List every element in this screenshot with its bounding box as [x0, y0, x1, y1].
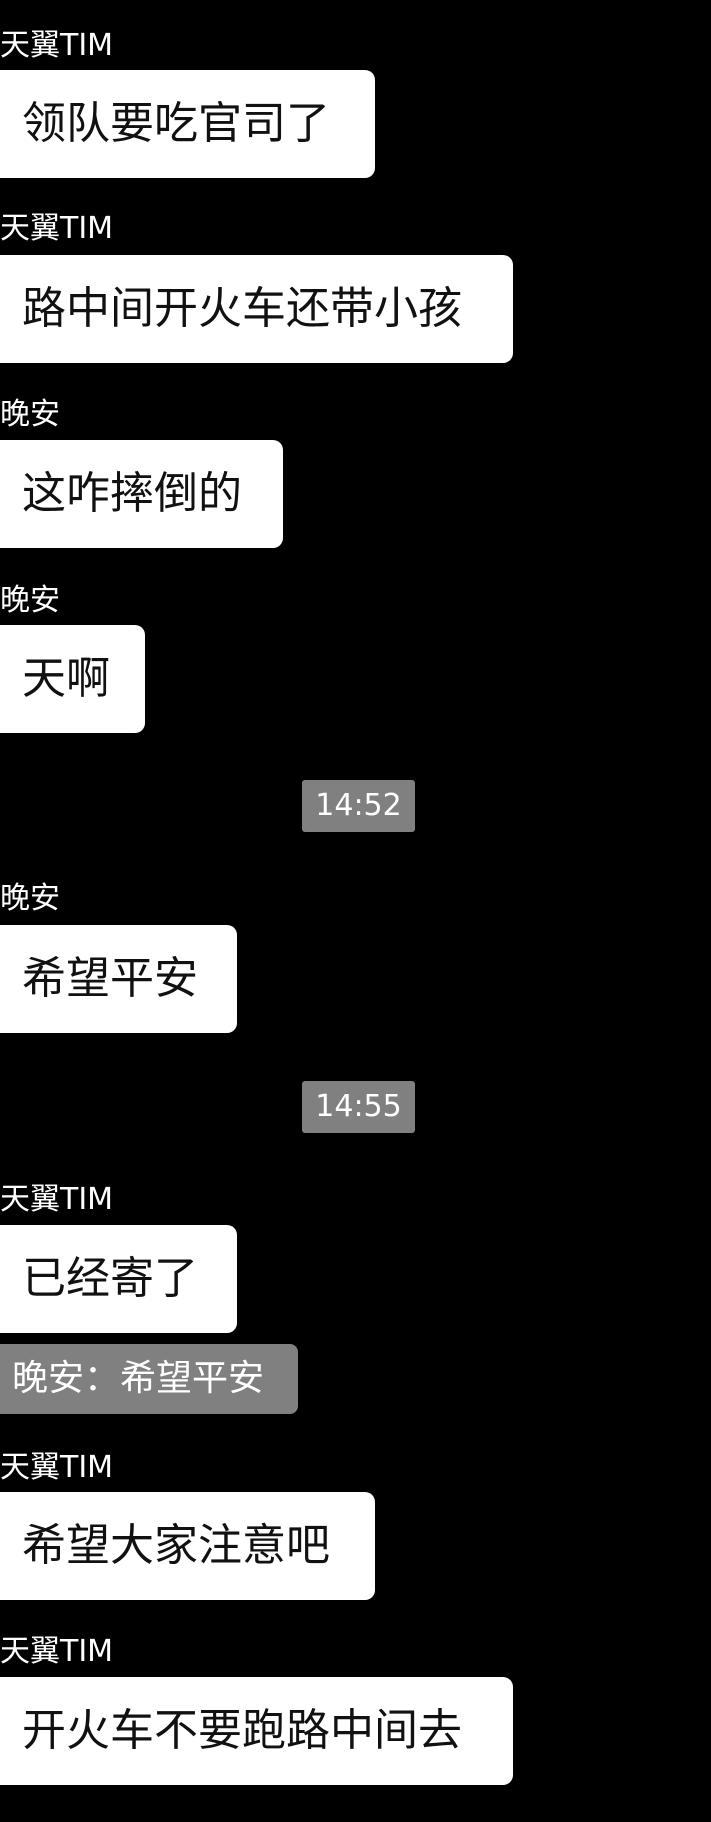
- timestamp: 14:52: [302, 780, 415, 832]
- message-sender[interactable]: 天翼TIM: [0, 1182, 113, 1218]
- message-bubble[interactable]: 领队要吃官司了: [0, 70, 375, 178]
- message-bubble[interactable]: 已经寄了: [0, 1225, 237, 1333]
- message-sender[interactable]: 天翼TIM: [0, 211, 113, 247]
- message-bubble[interactable]: 这咋摔倒的: [0, 440, 283, 548]
- message-bubble[interactable]: 路中间开火车还带小孩: [0, 255, 513, 363]
- message-sender[interactable]: 晚安: [0, 881, 60, 917]
- message-sender[interactable]: 天翼TIM: [0, 28, 113, 64]
- message-bubble[interactable]: 开火车不要跑路中间去: [0, 1677, 513, 1785]
- message-bubble[interactable]: 希望平安: [0, 925, 237, 1033]
- quoted-reply[interactable]: 晚安：希望平安: [0, 1344, 298, 1414]
- message-sender[interactable]: 晚安: [0, 397, 60, 433]
- message-sender[interactable]: 天翼TIM: [0, 1634, 113, 1670]
- message-sender[interactable]: 晚安: [0, 583, 60, 619]
- message-sender[interactable]: 天翼TIM: [0, 1450, 113, 1486]
- message-bubble[interactable]: 希望大家注意吧: [0, 1492, 375, 1600]
- timestamp: 14:55: [302, 1081, 415, 1133]
- message-bubble[interactable]: 天啊: [0, 625, 145, 733]
